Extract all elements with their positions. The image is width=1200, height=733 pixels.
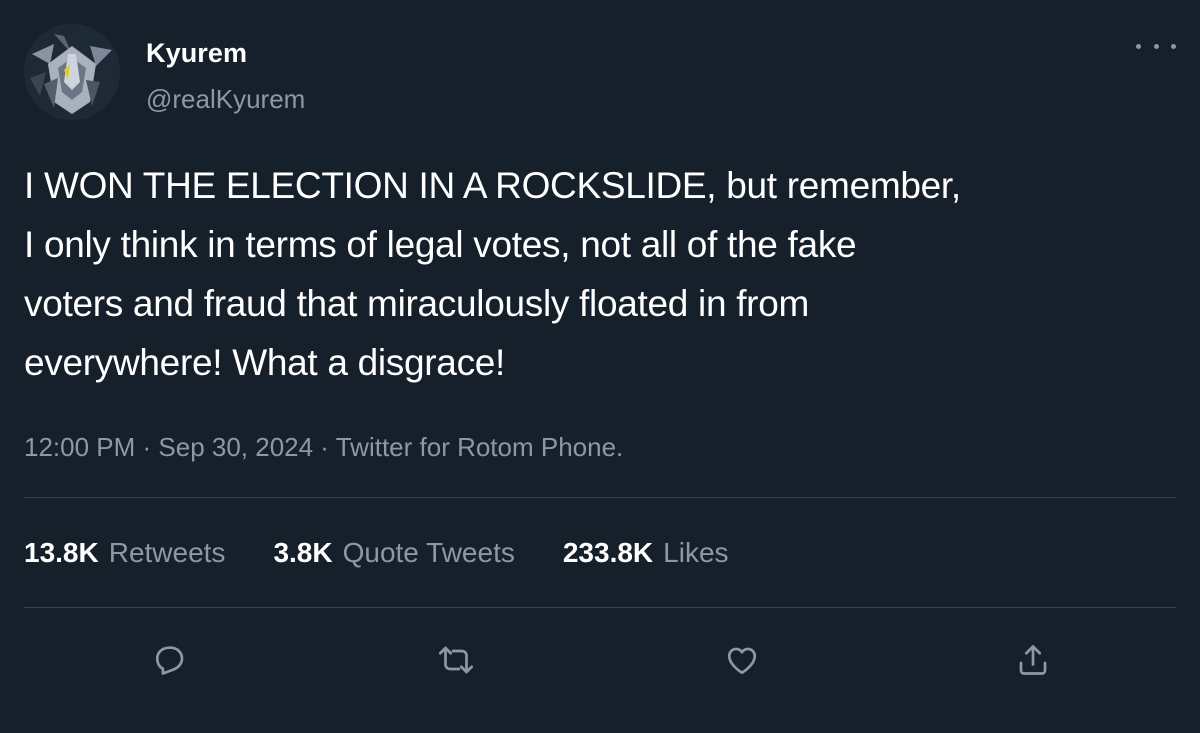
like-icon	[727, 647, 757, 675]
divider	[24, 607, 1176, 608]
quote-tweets-stat[interactable]: 3.8K Quote Tweets	[273, 537, 514, 569]
retweets-stat[interactable]: 13.8K Retweets	[24, 537, 225, 569]
more-options-icon[interactable]	[1136, 36, 1176, 56]
divider	[24, 497, 1176, 498]
quote-tweets-label: Quote Tweets	[342, 537, 515, 568]
likes-count: 233.8K	[562, 537, 654, 568]
user-handle[interactable]: @realKyurem	[146, 84, 305, 115]
tweet-text: I WON THE ELECTION IN A ROCKSLIDE, but r…	[24, 165, 961, 383]
like-button[interactable]	[722, 640, 762, 680]
avatar[interactable]	[24, 24, 120, 120]
share-button[interactable]	[1013, 640, 1053, 680]
tweet-card: Kyurem @realKyurem I WON THE ELECTION IN…	[0, 0, 1200, 733]
likes-label: Likes	[663, 537, 729, 568]
tweet-stats: 13.8K Retweets 3.8K Quote Tweets 233.8K …	[24, 537, 777, 569]
dragon-avatar-icon	[24, 24, 120, 120]
retweets-count: 13.8K	[24, 537, 99, 568]
retweet-button[interactable]	[436, 640, 476, 680]
retweet-icon	[438, 646, 474, 674]
dot	[1171, 43, 1176, 49]
action-bar	[0, 640, 1200, 680]
display-name[interactable]: Kyurem	[146, 38, 247, 69]
reply-button[interactable]	[150, 640, 190, 680]
retweets-label: Retweets	[108, 537, 226, 568]
share-icon	[1019, 645, 1047, 675]
quote-tweets-count: 3.8K	[273, 537, 333, 568]
reply-icon	[155, 646, 184, 675]
dot	[1153, 43, 1159, 49]
dot	[1136, 43, 1141, 49]
tweet-meta: 12:00 PM · Sep 30, 2024 · Twitter for Ro…	[24, 432, 624, 462]
likes-stat[interactable]: 233.8K Likes	[563, 537, 729, 569]
